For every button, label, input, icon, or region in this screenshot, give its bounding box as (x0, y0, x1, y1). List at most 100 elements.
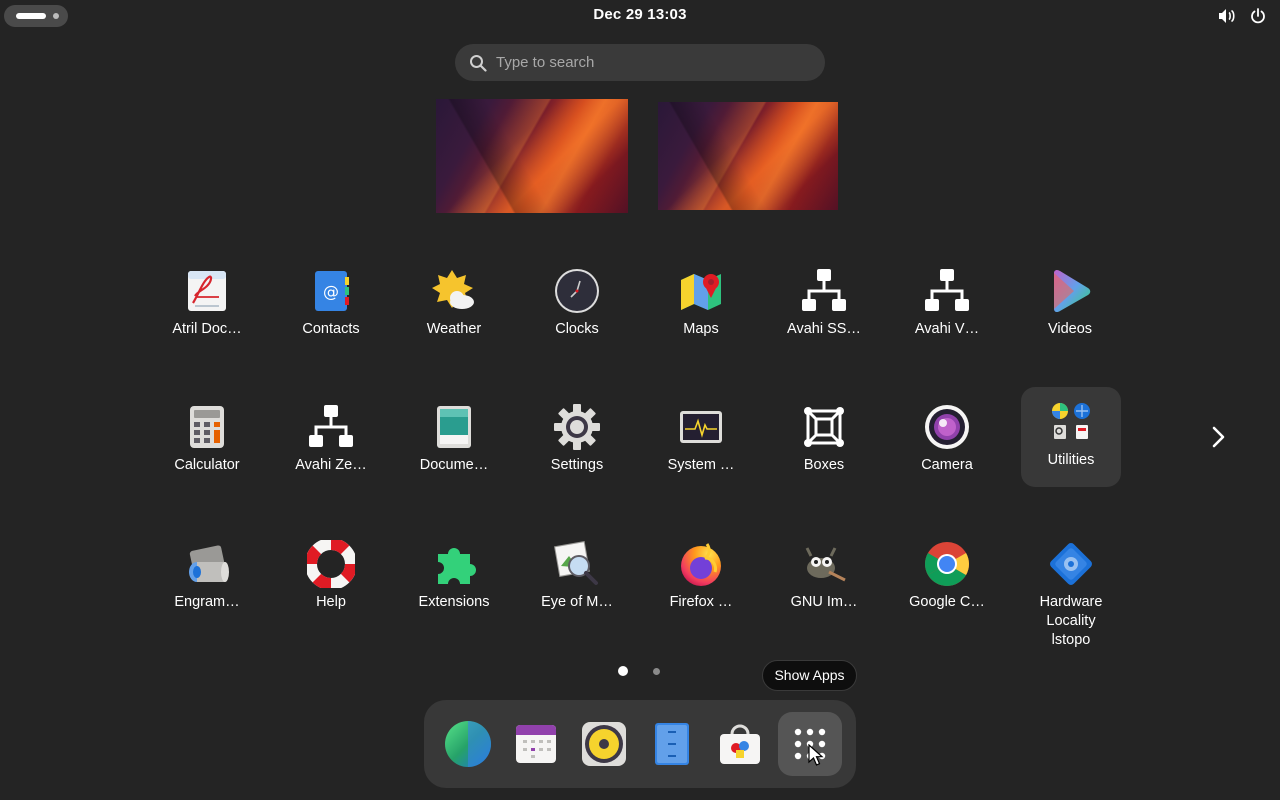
app-avahi-vnc[interactable]: Avahi V… (897, 256, 997, 356)
dock-calendar[interactable] (504, 712, 568, 776)
gear-icon (552, 402, 602, 452)
boxes-icon (799, 402, 849, 452)
gimp-icon (799, 539, 849, 589)
top-bar: Dec 29 13:03 (0, 0, 1280, 32)
camera-icon (922, 402, 972, 452)
dock-web-browser[interactable] (436, 712, 500, 776)
weather-icon (429, 266, 479, 316)
dock (424, 700, 856, 788)
workspace-indicator-active (16, 13, 46, 19)
app-videos[interactable]: Videos (1020, 256, 1120, 356)
app-label: Atril Doc… (172, 321, 242, 337)
calculator-icon (182, 402, 232, 452)
web-browser-icon (445, 721, 491, 767)
search-input[interactable] (496, 54, 825, 71)
app-label: Calculator (174, 457, 240, 473)
app-label: Google C… (909, 594, 985, 610)
app-label: System … (667, 457, 735, 473)
network-icon (306, 402, 356, 452)
app-label: GNU Im… (790, 594, 858, 610)
app-label: Engram… (174, 594, 240, 610)
app-label: Docume… (419, 457, 489, 473)
rhythmbox-icon (582, 722, 626, 766)
document-scanner-icon (429, 402, 479, 452)
utilities-folder-icon (1046, 397, 1096, 447)
app-boxes[interactable]: Boxes (774, 392, 874, 492)
clock-icon (552, 266, 602, 316)
app-label-line: Hardware (1039, 594, 1103, 610)
app-label: Hardware Locality lstopo (1021, 593, 1121, 650)
dock-software[interactable] (708, 712, 772, 776)
app-extensions[interactable]: Extensions (404, 529, 504, 629)
app-folder-utilities[interactable]: Utilities (1021, 387, 1121, 487)
app-maps[interactable]: Maps (651, 256, 751, 356)
app-help[interactable]: Help (281, 529, 381, 629)
clock[interactable]: Dec 29 13:03 (540, 6, 740, 23)
app-label: Eye of M… (541, 594, 613, 610)
help-icon (306, 539, 356, 589)
app-clocks[interactable]: Clocks (527, 256, 627, 356)
app-eye-of-mate[interactable]: Eye of M… (527, 529, 627, 629)
app-atril[interactable]: Atril Doc… (157, 256, 257, 356)
app-engrampa[interactable]: Engram… (157, 529, 257, 629)
image-viewer-icon (552, 539, 602, 589)
power-icon[interactable] (1250, 8, 1266, 24)
app-label: Avahi Ze… (295, 457, 367, 473)
mouse-cursor-icon (808, 744, 824, 766)
next-page-chevron-icon[interactable] (1205, 424, 1231, 450)
app-label: Utilities (1047, 452, 1095, 468)
app-avahi-zeroconf[interactable]: Avahi Ze… (281, 392, 381, 492)
app-avahi-ssh[interactable]: Avahi SS… (774, 256, 874, 356)
show-apps-tooltip: Show Apps (762, 660, 857, 691)
app-label: Firefox … (669, 594, 733, 610)
app-camera[interactable]: Camera (897, 392, 997, 492)
firefox-icon (676, 539, 726, 589)
app-label-line: Locality (1046, 613, 1096, 629)
app-label: Help (316, 594, 346, 610)
puzzle-piece-icon (429, 539, 479, 589)
app-contacts[interactable]: @ Contacts (281, 256, 381, 356)
dock-rhythmbox[interactable] (572, 712, 636, 776)
app-label: Weather (426, 321, 482, 337)
workspace-thumbnail-2[interactable] (658, 102, 838, 210)
app-weather[interactable]: Weather (404, 256, 504, 356)
dock-files[interactable] (640, 712, 704, 776)
network-icon (922, 266, 972, 316)
archive-manager-icon (182, 539, 232, 589)
app-calculator[interactable]: Calculator (157, 392, 257, 492)
app-google-chrome[interactable]: Google C… (897, 529, 997, 629)
app-document-scanner[interactable]: Docume… (404, 392, 504, 492)
activities-button[interactable] (4, 5, 68, 27)
workspace-indicator-dot (53, 13, 59, 19)
app-label: Extensions (418, 594, 490, 610)
system-tray[interactable] (1218, 8, 1266, 24)
app-label: Avahi SS… (787, 321, 861, 337)
maps-icon (676, 266, 726, 316)
app-label: Videos (1047, 321, 1093, 337)
search-icon (470, 54, 487, 72)
app-system-monitor[interactable]: System … (651, 392, 751, 492)
chrome-icon (922, 539, 972, 589)
volume-icon[interactable] (1218, 8, 1236, 24)
network-icon (799, 266, 849, 316)
contacts-icon: @ (306, 266, 356, 316)
svg-text:@: @ (323, 282, 339, 301)
app-label: Camera (921, 457, 973, 473)
files-icon (655, 723, 689, 765)
software-icon (720, 724, 760, 764)
app-label: Settings (550, 457, 604, 473)
app-hardware-locality[interactable]: Hardware Locality lstopo (1021, 529, 1121, 659)
app-label: Clocks (555, 321, 599, 337)
hwloc-icon (1046, 539, 1096, 589)
app-label-line: lstopo (1051, 632, 1091, 648)
workspace-thumbnail-1[interactable] (436, 99, 628, 213)
atril-icon (182, 266, 232, 316)
app-gimp[interactable]: GNU Im… (774, 529, 874, 629)
search-bar[interactable] (455, 44, 825, 81)
app-settings[interactable]: Settings (527, 392, 627, 492)
page-indicator-1[interactable] (618, 666, 628, 676)
page-indicator-2[interactable] (653, 668, 660, 675)
system-monitor-icon (676, 402, 726, 452)
app-firefox[interactable]: Firefox … (651, 529, 751, 629)
app-label: Avahi V… (914, 321, 980, 337)
